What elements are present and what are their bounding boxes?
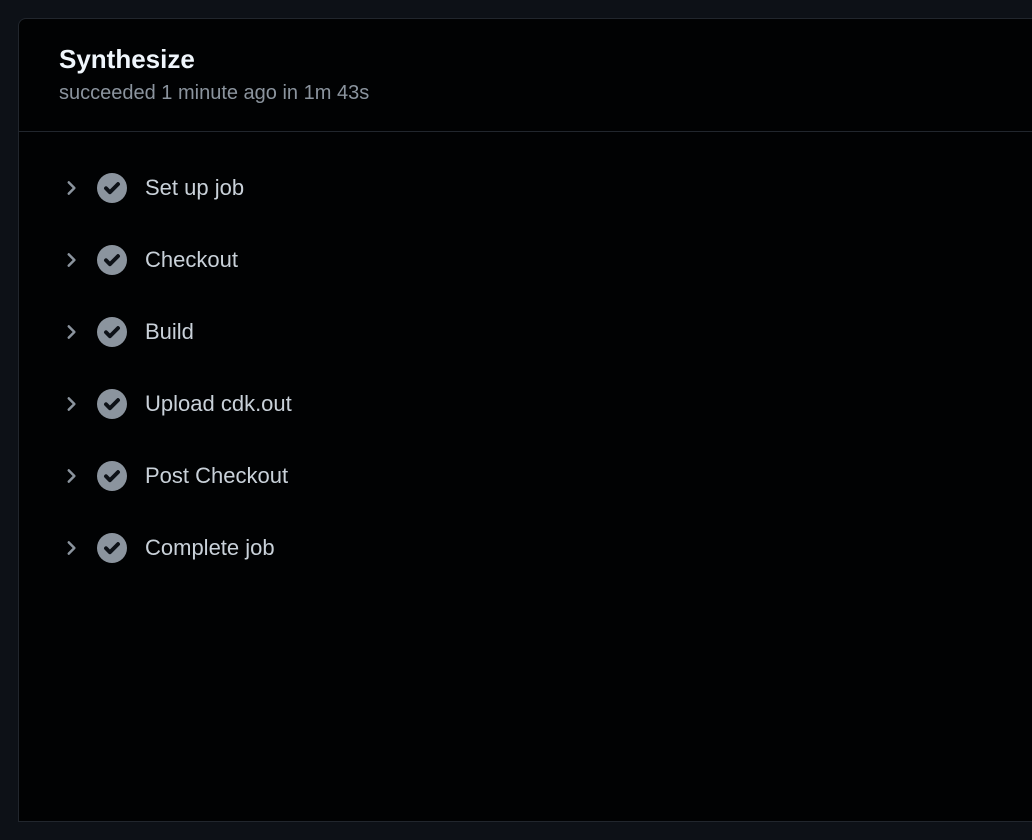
job-status-text: succeeded 1 minute ago in 1m 43s <box>59 82 992 105</box>
step-label: Post Checkout <box>145 463 288 489</box>
job-title: Synthesize <box>59 43 992 76</box>
step-label: Build <box>145 319 194 345</box>
chevron-right-icon <box>59 320 83 344</box>
step-row-set-up-job[interactable]: Set up job <box>59 152 992 224</box>
step-label: Checkout <box>145 247 238 273</box>
check-circle-icon <box>97 317 127 347</box>
chevron-right-icon <box>59 464 83 488</box>
step-label: Upload cdk.out <box>145 391 292 417</box>
step-row-upload-cdk-out[interactable]: Upload cdk.out <box>59 368 992 440</box>
step-row-build[interactable]: Build <box>59 296 992 368</box>
step-row-checkout[interactable]: Checkout <box>59 224 992 296</box>
check-circle-icon <box>97 173 127 203</box>
chevron-right-icon <box>59 392 83 416</box>
job-header: Synthesize succeeded 1 minute ago in 1m … <box>19 19 1032 132</box>
step-label: Complete job <box>145 535 275 561</box>
step-row-complete-job[interactable]: Complete job <box>59 512 992 584</box>
check-circle-icon <box>97 245 127 275</box>
check-circle-icon <box>97 461 127 491</box>
step-row-post-checkout[interactable]: Post Checkout <box>59 440 992 512</box>
chevron-right-icon <box>59 176 83 200</box>
job-panel: Synthesize succeeded 1 minute ago in 1m … <box>18 18 1032 822</box>
check-circle-icon <box>97 533 127 563</box>
step-label: Set up job <box>145 175 244 201</box>
chevron-right-icon <box>59 248 83 272</box>
chevron-right-icon <box>59 536 83 560</box>
check-circle-icon <box>97 389 127 419</box>
job-steps-list: Set up job Checkout Build <box>19 132 1032 604</box>
